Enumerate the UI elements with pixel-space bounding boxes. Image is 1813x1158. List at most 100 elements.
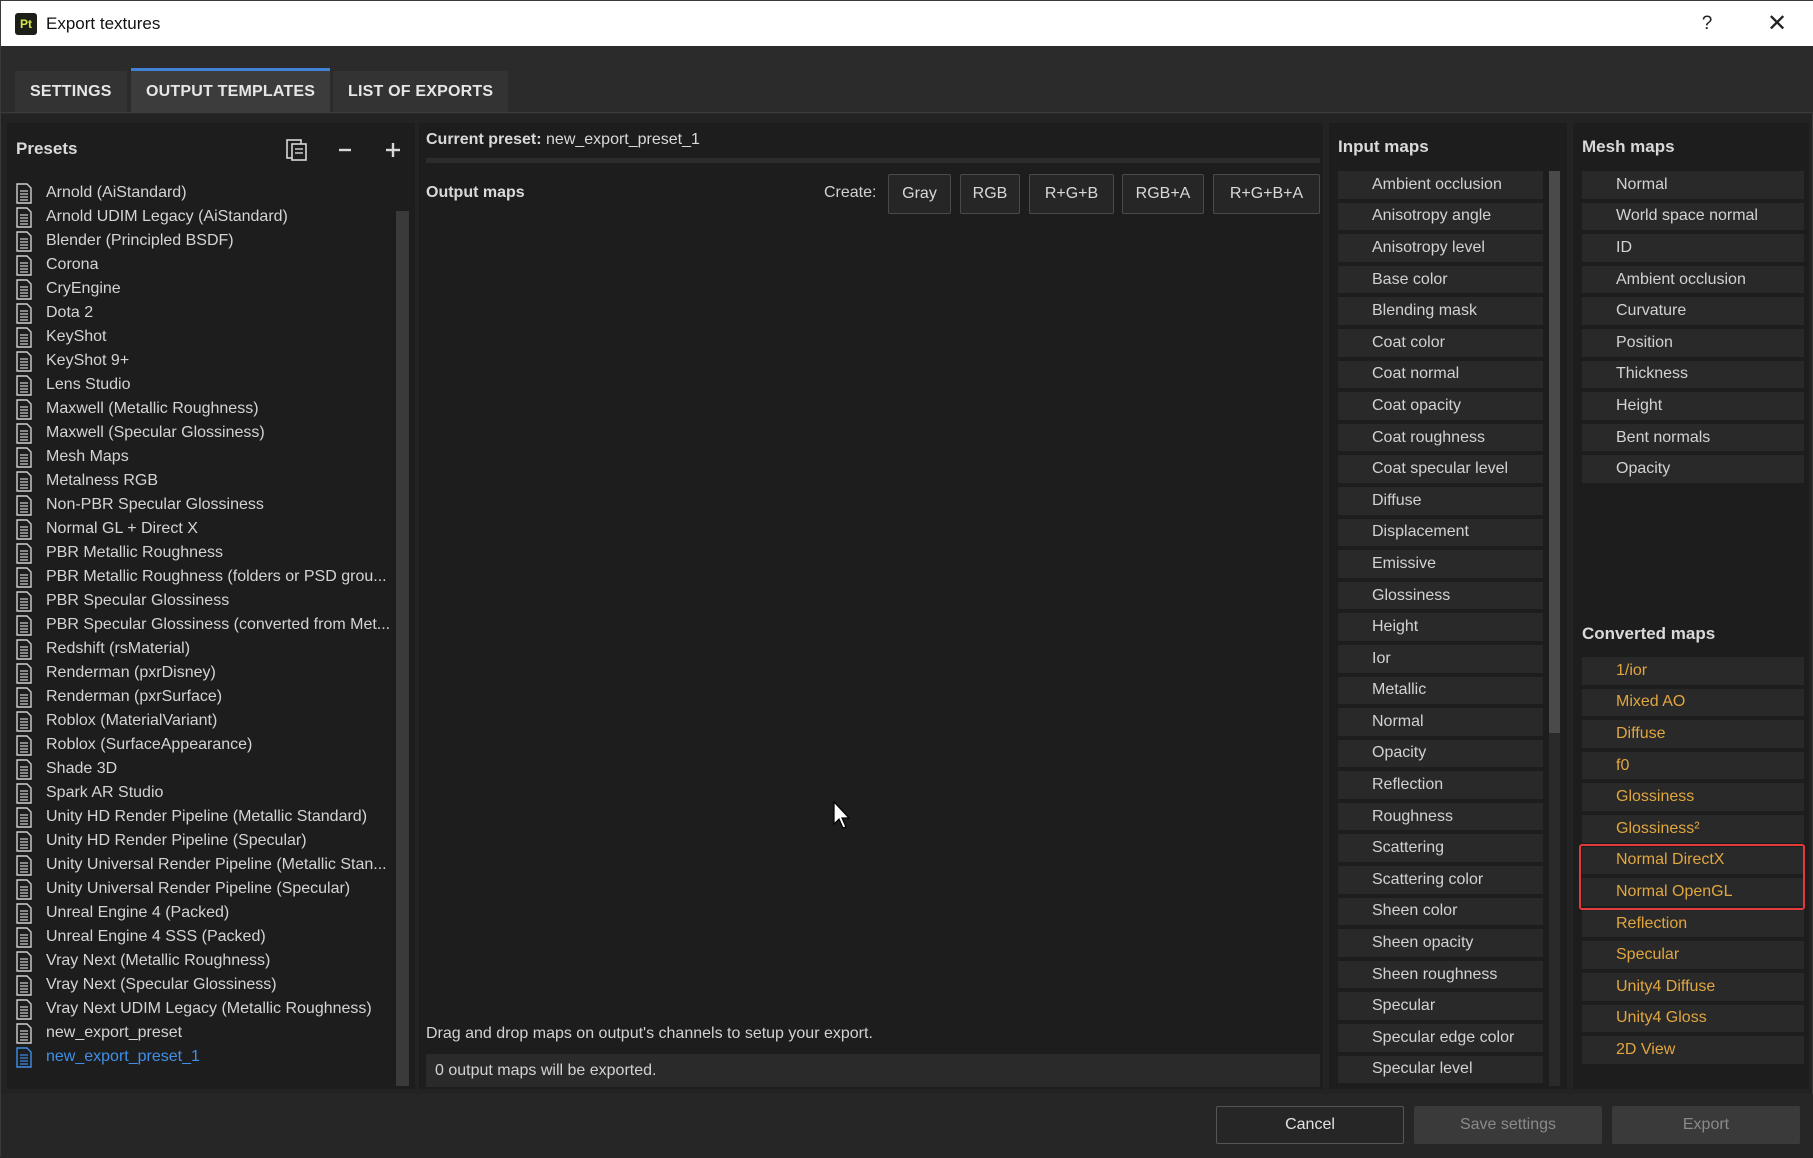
preset-item[interactable]: KeyShot 9+: [15, 349, 395, 373]
preset-item[interactable]: PBR Metallic Roughness: [15, 541, 395, 565]
converted-map-item[interactable]: Unity4 Diffuse: [1582, 972, 1804, 1001]
remove-icon[interactable]: [329, 134, 361, 166]
preset-item[interactable]: Maxwell (Specular Glossiness): [15, 421, 395, 445]
preset-item[interactable]: Spark AR Studio: [15, 781, 395, 805]
export-button[interactable]: Export: [1612, 1106, 1800, 1144]
cancel-button[interactable]: Cancel: [1216, 1106, 1404, 1144]
input-map-item[interactable]: Scattering color: [1338, 866, 1543, 894]
preset-item[interactable]: Mesh Maps: [15, 445, 395, 469]
create-gray-button[interactable]: Gray: [888, 174, 951, 214]
preset-item[interactable]: Corona: [15, 253, 395, 277]
create-r-g-b-button[interactable]: R+G+B: [1029, 174, 1114, 214]
converted-map-item[interactable]: Reflection: [1582, 909, 1804, 938]
create-r-g-b-a-button[interactable]: R+G+B+A: [1213, 174, 1320, 214]
create-rgb-a-button[interactable]: RGB+A: [1122, 174, 1204, 214]
input-map-item[interactable]: Blending mask: [1338, 297, 1543, 325]
converted-map-item[interactable]: f0: [1582, 751, 1804, 780]
create-rgb-button[interactable]: RGB: [960, 174, 1020, 214]
preset-item[interactable]: Dota 2: [15, 301, 395, 325]
converted-map-item[interactable]: Unity4 Gloss: [1582, 1004, 1804, 1033]
preset-item[interactable]: Roblox (SurfaceAppearance): [15, 733, 395, 757]
preset-item[interactable]: Unreal Engine 4 SSS (Packed): [15, 925, 395, 949]
preset-item[interactable]: Lens Studio: [15, 373, 395, 397]
preset-item[interactable]: Renderman (pxrSurface): [15, 685, 395, 709]
preset-item[interactable]: PBR Specular Glossiness: [15, 589, 395, 613]
tab-settings[interactable]: SETTINGS: [15, 71, 127, 113]
preset-item[interactable]: Unity Universal Render Pipeline (Specula…: [15, 877, 395, 901]
preset-item[interactable]: Unity HD Render Pipeline (Metallic Stand…: [15, 805, 395, 829]
add-icon[interactable]: [377, 134, 409, 166]
preset-item[interactable]: Redshift (rsMaterial): [15, 637, 395, 661]
preset-item[interactable]: Roblox (MaterialVariant): [15, 709, 395, 733]
input-map-item[interactable]: Specular edge color: [1338, 1024, 1543, 1052]
input-map-item[interactable]: Scattering: [1338, 834, 1543, 863]
converted-map-item[interactable]: Mixed AO: [1582, 688, 1804, 717]
presets-scrollbar[interactable]: [396, 211, 409, 1086]
input-map-item[interactable]: Sheen color: [1338, 897, 1543, 926]
input-map-item[interactable]: Reflection: [1338, 771, 1543, 799]
preset-item[interactable]: CryEngine: [15, 277, 395, 301]
input-map-item[interactable]: Specular level: [1338, 1055, 1543, 1084]
input-map-item[interactable]: Coat roughness: [1338, 423, 1543, 452]
preset-item[interactable]: Unreal Engine 4 (Packed): [15, 901, 395, 925]
preset-item[interactable]: Unity HD Render Pipeline (Specular): [15, 829, 395, 853]
mesh-map-item[interactable]: ID: [1582, 234, 1804, 262]
preset-item[interactable]: Vray Next (Metallic Roughness): [15, 949, 395, 973]
input-map-item[interactable]: Diffuse: [1338, 486, 1543, 515]
input-map-item[interactable]: Opacity: [1338, 739, 1543, 768]
input-maps-scroll-thumb[interactable]: [1549, 171, 1560, 733]
converted-map-item[interactable]: 1/ior: [1582, 657, 1804, 685]
input-map-item[interactable]: Coat specular level: [1338, 455, 1543, 483]
mesh-map-item[interactable]: Ambient occlusion: [1582, 265, 1804, 294]
preset-item[interactable]: Metalness RGB: [15, 469, 395, 493]
mesh-map-item[interactable]: Opacity: [1582, 455, 1804, 483]
input-map-item[interactable]: Coat normal: [1338, 360, 1543, 389]
input-map-item[interactable]: Normal: [1338, 708, 1543, 736]
preset-item[interactable]: Normal GL + Direct X: [15, 517, 395, 541]
input-map-item[interactable]: Roughness: [1338, 802, 1543, 831]
converted-map-item[interactable]: Glossiness²: [1582, 814, 1804, 843]
mesh-map-item[interactable]: Thickness: [1582, 360, 1804, 389]
input-map-item[interactable]: Metallic: [1338, 676, 1543, 705]
input-map-item[interactable]: Sheen opacity: [1338, 929, 1543, 957]
input-map-item[interactable]: Coat opacity: [1338, 392, 1543, 420]
input-map-item[interactable]: Base color: [1338, 265, 1543, 294]
converted-map-item[interactable]: 2D View: [1582, 1036, 1804, 1064]
input-map-item[interactable]: Anisotropy angle: [1338, 202, 1543, 231]
input-map-item[interactable]: Height: [1338, 613, 1543, 641]
mesh-map-item[interactable]: World space normal: [1582, 202, 1804, 231]
mesh-map-item[interactable]: Position: [1582, 328, 1804, 357]
preset-item[interactable]: new_export_preset: [15, 1021, 395, 1045]
save-settings-button[interactable]: Save settings: [1414, 1106, 1602, 1144]
preset-item[interactable]: Renderman (pxrDisney): [15, 661, 395, 685]
preset-item[interactable]: Unity Universal Render Pipeline (Metalli…: [15, 853, 395, 877]
tab-output-templates[interactable]: OUTPUT TEMPLATES: [131, 68, 331, 113]
input-map-item[interactable]: Sheen roughness: [1338, 960, 1543, 989]
preset-item[interactable]: Vray Next UDIM Legacy (Metallic Roughnes…: [15, 997, 395, 1021]
preset-item[interactable]: Vray Next (Specular Glossiness): [15, 973, 395, 997]
input-map-item[interactable]: Coat color: [1338, 328, 1543, 357]
preset-item[interactable]: Arnold UDIM Legacy (AiStandard): [15, 205, 395, 229]
preset-item[interactable]: Blender (Principled BSDF): [15, 229, 395, 253]
tab-list-of-exports[interactable]: LIST OF EXPORTS: [333, 71, 509, 113]
preset-item[interactable]: PBR Specular Glossiness (converted from …: [15, 613, 395, 637]
input-map-item[interactable]: Specular: [1338, 992, 1543, 1021]
input-map-item[interactable]: Anisotropy level: [1338, 234, 1543, 262]
mesh-map-item[interactable]: Normal: [1582, 171, 1804, 199]
input-map-item[interactable]: Glossiness: [1338, 581, 1543, 610]
duplicate-icon[interactable]: [281, 134, 313, 166]
input-map-item[interactable]: Ambient occlusion: [1338, 171, 1543, 199]
converted-map-item[interactable]: Diffuse: [1582, 720, 1804, 748]
input-map-item[interactable]: Ior: [1338, 644, 1543, 673]
converted-map-item[interactable]: Glossiness: [1582, 783, 1804, 811]
preset-item[interactable]: PBR Metallic Roughness (folders or PSD g…: [15, 565, 395, 589]
preset-item[interactable]: Arnold (AiStandard): [15, 181, 395, 205]
close-button[interactable]: ✕: [1751, 1, 1803, 46]
mesh-map-item[interactable]: Bent normals: [1582, 423, 1804, 452]
preset-item[interactable]: Shade 3D: [15, 757, 395, 781]
help-button[interactable]: ?: [1681, 1, 1733, 46]
input-map-item[interactable]: Emissive: [1338, 550, 1543, 578]
mesh-map-item[interactable]: Curvature: [1582, 297, 1804, 325]
converted-map-item[interactable]: Specular: [1582, 941, 1804, 969]
mesh-map-item[interactable]: Height: [1582, 392, 1804, 420]
